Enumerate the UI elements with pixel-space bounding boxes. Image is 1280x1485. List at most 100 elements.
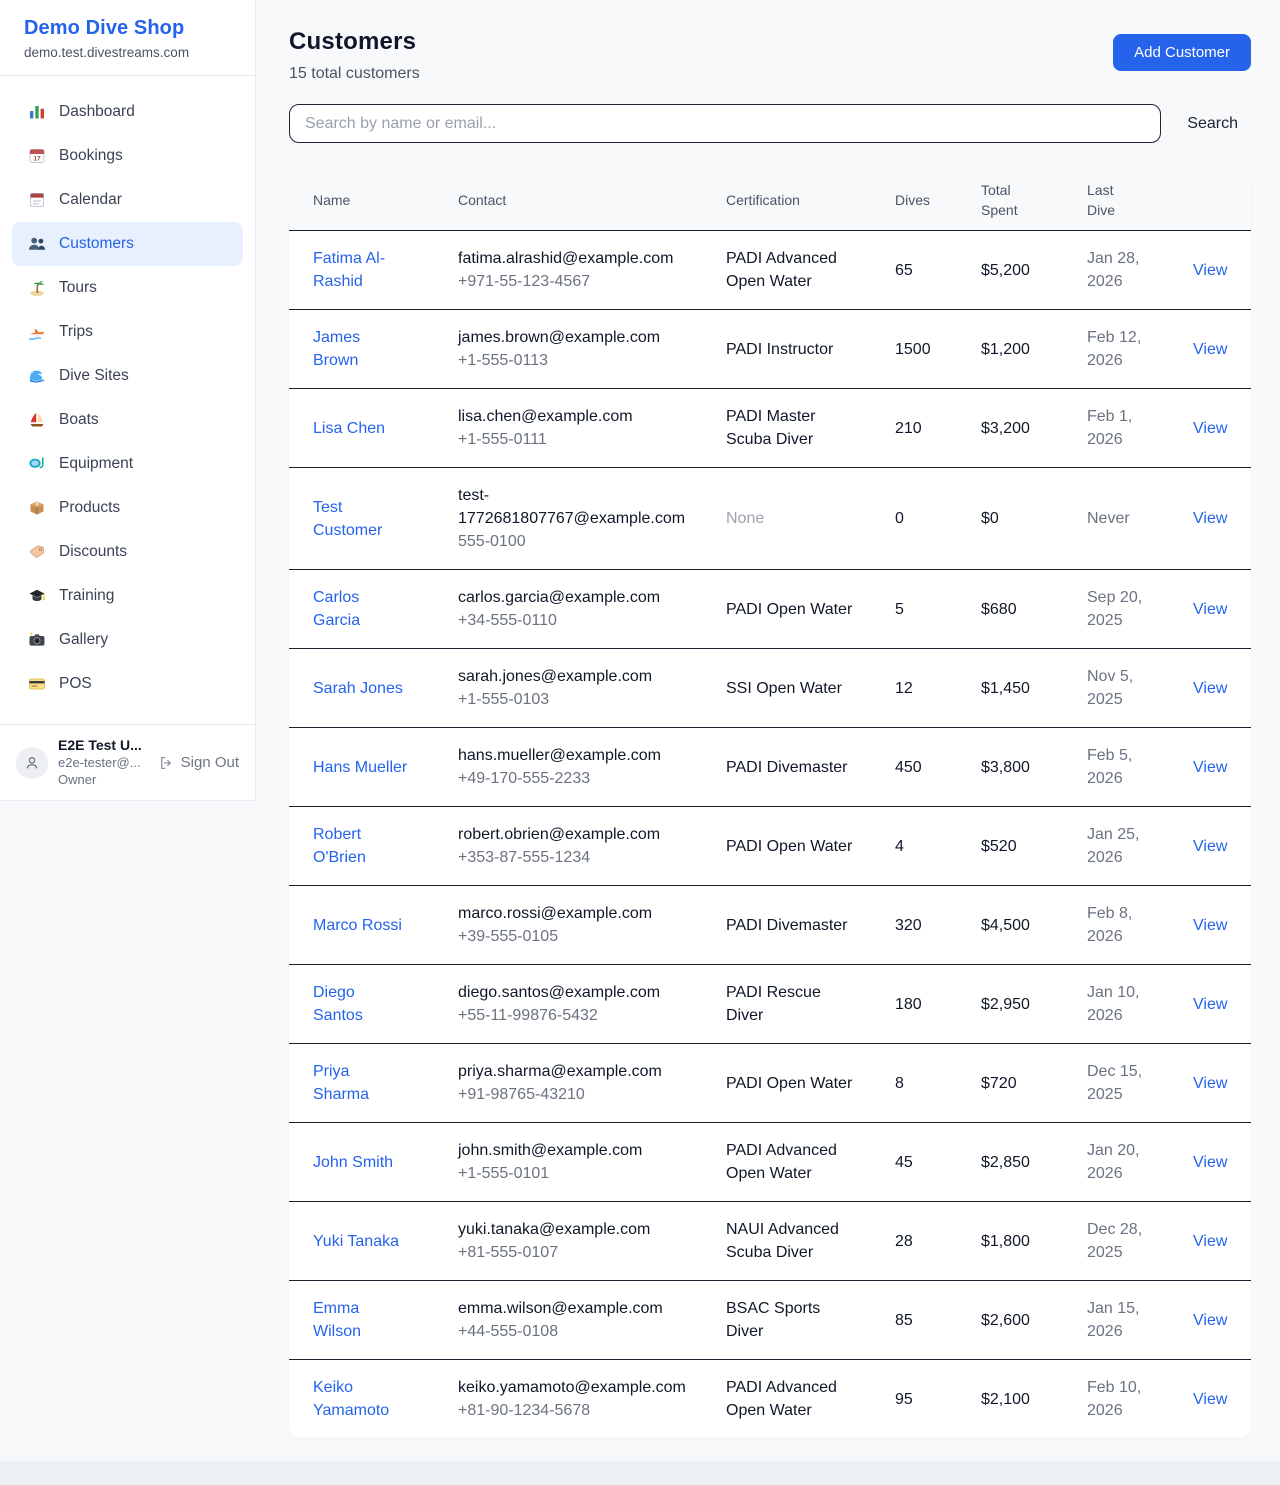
customer-email: marco.rossi@example.com: [458, 902, 702, 925]
customer-contact: sarah.jones@example.com +1-555-0103: [458, 665, 726, 711]
column-header-contact: Contact: [458, 190, 726, 210]
wave-icon: [28, 367, 46, 385]
add-customer-button[interactable]: Add Customer: [1113, 34, 1251, 71]
customer-name-link[interactable]: Diego Santos: [289, 981, 458, 1027]
view-link[interactable]: View: [1185, 259, 1251, 282]
customer-total-spent: $3,200: [981, 417, 1087, 440]
sidebar-item-boats[interactable]: Boats: [12, 398, 243, 442]
customer-name-link[interactable]: Hans Mueller: [289, 756, 458, 779]
customer-name-link[interactable]: Yuki Tanaka: [289, 1230, 458, 1253]
island-icon: [28, 279, 46, 297]
search-input[interactable]: [289, 104, 1161, 143]
camera-icon: [28, 631, 46, 649]
package-icon: [28, 499, 46, 517]
sidebar-item-trips[interactable]: Trips: [12, 310, 243, 354]
customer-name-link[interactable]: Robert O'Brien: [289, 823, 458, 869]
view-link[interactable]: View: [1185, 914, 1251, 937]
bookings-calendar-icon: 17: [28, 147, 46, 165]
customer-name-link[interactable]: Emma Wilson: [289, 1297, 458, 1343]
view-link[interactable]: View: [1185, 1151, 1251, 1174]
customer-dives: 180: [895, 993, 981, 1016]
view-link[interactable]: View: [1185, 993, 1251, 1016]
view-link[interactable]: View: [1185, 598, 1251, 621]
table-row: Marco Rossi marco.rossi@example.com +39-…: [289, 886, 1251, 965]
view-link[interactable]: View: [1185, 338, 1251, 361]
main-header: Customers 15 total customers Add Custome…: [289, 28, 1251, 83]
graduation-cap-icon: [28, 587, 46, 605]
dive-mask-icon: [28, 455, 46, 473]
customer-certification: PADI Open Water: [726, 598, 895, 621]
view-link[interactable]: View: [1185, 756, 1251, 779]
sidebar-item-bookings[interactable]: 17 Bookings: [12, 134, 243, 178]
customer-email: keiko.yamamoto@example.com: [458, 1376, 702, 1399]
sign-out-label: Sign Out: [181, 754, 239, 771]
title-block: Customers 15 total customers: [289, 28, 420, 83]
sidebar-item-dashboard[interactable]: Dashboard: [12, 90, 243, 134]
customer-name-link[interactable]: Marco Rossi: [289, 914, 458, 937]
customer-total-spent: $1,200: [981, 338, 1087, 361]
sidebar-item-tours[interactable]: Tours: [12, 266, 243, 310]
customer-name-link[interactable]: Sarah Jones: [289, 677, 458, 700]
sidebar-item-dive-sites[interactable]: Dive Sites: [12, 354, 243, 398]
person-icon: [23, 754, 41, 772]
sailboat-icon: [28, 411, 46, 429]
customer-total-spent: $5,200: [981, 259, 1087, 282]
sidebar-item-equipment[interactable]: Equipment: [12, 442, 243, 486]
table-body: Fatima Al-Rashid fatima.alrashid@example…: [289, 231, 1251, 1438]
sidebar-item-gallery[interactable]: Gallery: [12, 618, 243, 662]
customer-last-dive: Jan 10, 2026: [1087, 981, 1185, 1027]
customer-name-link[interactable]: James Brown: [289, 326, 458, 372]
table-row: Emma Wilson emma.wilson@example.com +44-…: [289, 1281, 1251, 1360]
table-row: Sarah Jones sarah.jones@example.com +1-5…: [289, 649, 1251, 728]
customer-contact: carlos.garcia@example.com +34-555-0110: [458, 586, 726, 632]
customer-dives: 85: [895, 1309, 981, 1332]
customer-certification: PADI Instructor: [726, 338, 895, 361]
customer-total-spent: $3,800: [981, 756, 1087, 779]
speedboat-icon: [28, 323, 46, 341]
customer-name-link[interactable]: Priya Sharma: [289, 1060, 458, 1106]
brand-domain: demo.test.divestreams.com: [24, 45, 231, 60]
customer-name-link[interactable]: Fatima Al-Rashid: [289, 247, 458, 293]
sidebar-item-pos[interactable]: POS: [12, 662, 243, 706]
view-link[interactable]: View: [1185, 1072, 1251, 1095]
customers-table: Name Contact Certification Dives Total S…: [289, 169, 1251, 1438]
sidebar-item-discounts[interactable]: Discounts: [12, 530, 243, 574]
column-header-certification: Certification: [726, 190, 895, 210]
sidebar-item-calendar[interactable]: Calendar: [12, 178, 243, 222]
customer-last-dive: Feb 8, 2026: [1087, 902, 1185, 948]
customer-contact: john.smith@example.com +1-555-0101: [458, 1139, 726, 1185]
customer-name-link[interactable]: Carlos Garcia: [289, 586, 458, 632]
search-button[interactable]: Search: [1174, 107, 1251, 141]
customer-dives: 8: [895, 1072, 981, 1095]
view-link[interactable]: View: [1185, 1230, 1251, 1253]
customer-email: john.smith@example.com: [458, 1139, 702, 1162]
view-link[interactable]: View: [1185, 835, 1251, 858]
sign-out-icon: [158, 755, 174, 771]
view-link[interactable]: View: [1185, 417, 1251, 440]
customer-contact: lisa.chen@example.com +1-555-0111: [458, 405, 726, 451]
customer-last-dive: Dec 28, 2025: [1087, 1218, 1185, 1264]
sign-out-button[interactable]: Sign Out: [158, 754, 239, 771]
customer-name-link[interactable]: Test Customer: [289, 496, 458, 542]
customer-email: carlos.garcia@example.com: [458, 586, 702, 609]
customer-name-link[interactable]: John Smith: [289, 1151, 458, 1174]
view-link[interactable]: View: [1185, 507, 1251, 530]
sidebar-item-products[interactable]: Products: [12, 486, 243, 530]
page: Demo Dive Shop demo.test.divestreams.com…: [0, 0, 1280, 1461]
view-link[interactable]: View: [1185, 1388, 1251, 1411]
customer-phone: +44-555-0108: [458, 1320, 702, 1343]
customer-phone: +81-555-0107: [458, 1241, 702, 1264]
customer-dives: 320: [895, 914, 981, 937]
customer-name-link[interactable]: Lisa Chen: [289, 417, 458, 440]
customer-certification: NAUI Advanced Scuba Diver: [726, 1218, 895, 1264]
view-link[interactable]: View: [1185, 1309, 1251, 1332]
customer-dives: 28: [895, 1230, 981, 1253]
customer-total-spent: $2,600: [981, 1309, 1087, 1332]
customer-total-spent: $4,500: [981, 914, 1087, 937]
view-link[interactable]: View: [1185, 677, 1251, 700]
customer-total-spent: $680: [981, 598, 1087, 621]
customer-name-link[interactable]: Keiko Yamamoto: [289, 1376, 458, 1422]
sidebar-item-customers[interactable]: Customers: [12, 222, 243, 266]
user-name: E2E Test U...: [58, 737, 148, 754]
sidebar-item-training[interactable]: Training: [12, 574, 243, 618]
